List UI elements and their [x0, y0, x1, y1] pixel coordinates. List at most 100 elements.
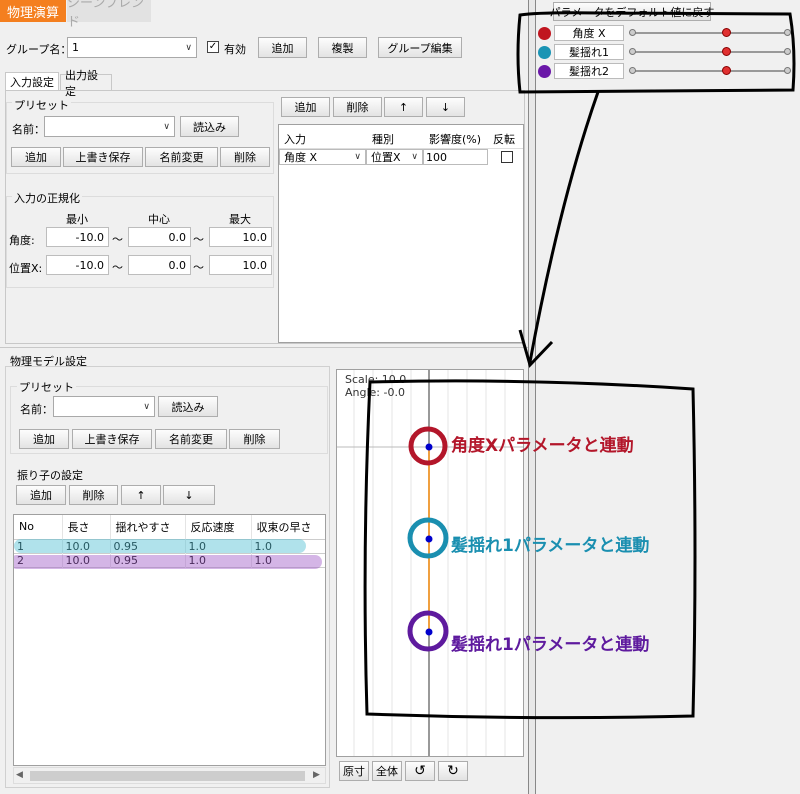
- input-row-input-select[interactable]: 角度 X ∨: [279, 149, 366, 165]
- preview-grid: [337, 370, 523, 756]
- enabled-label: 有効: [224, 43, 246, 56]
- input-preset-load-button[interactable]: 読込み: [180, 116, 239, 137]
- chevron-down-icon: ∨: [411, 152, 418, 162]
- input-row-reverse-checkbox[interactable]: [501, 151, 513, 163]
- scroll-left-icon[interactable]: ◀: [16, 770, 23, 780]
- normalization-title: 入力の正規化: [12, 190, 82, 206]
- group-edit-button[interactable]: グループ編集: [378, 37, 462, 58]
- input-row-type-value: 位置X: [371, 151, 401, 164]
- scroll-thumb[interactable]: [30, 771, 305, 781]
- param-name: 髪揺れ1: [554, 44, 624, 60]
- posx-max-field[interactable]: 10.0: [209, 255, 272, 275]
- enabled-checkbox[interactable]: ✓: [207, 41, 219, 53]
- input-move-down-button[interactable]: ↓: [426, 97, 465, 117]
- input-preset-add-button[interactable]: 追加: [11, 147, 61, 167]
- pendulum-table-header: No 長さ 揺れやすさ 反応速度 収束の早さ: [14, 515, 325, 539]
- param-color-dot: [538, 65, 551, 78]
- pendulum-hscrollbar[interactable]: ◀ ▶: [13, 767, 326, 784]
- slider-thumb[interactable]: [721, 66, 731, 75]
- col-input: 入力: [284, 133, 306, 146]
- pendulum-move-up-button[interactable]: ↑: [121, 485, 161, 505]
- pendulum-table: No 長さ 揺れやすさ 反応速度 収束の早さ 1 10.0 0.95 1.0 1…: [13, 514, 326, 766]
- tab-physics[interactable]: 物理演算: [0, 0, 66, 22]
- posx-center-field[interactable]: 0.0: [128, 255, 191, 275]
- pendulum-delete-button[interactable]: 削除: [69, 485, 118, 505]
- pendulum-move-down-button[interactable]: ↓: [163, 485, 215, 505]
- param-color-dot: [538, 46, 551, 59]
- param-slider[interactable]: [632, 70, 788, 72]
- model-preset-title: プリセット: [17, 379, 76, 395]
- input-row-type-select[interactable]: 位置X ∨: [366, 149, 423, 165]
- group-name-select[interactable]: 1 ∨: [67, 37, 197, 58]
- slider-end-icon: [629, 29, 636, 36]
- chevron-down-icon: ∨: [143, 401, 150, 412]
- col-type: 種別: [372, 133, 394, 146]
- slider-thumb[interactable]: [721, 28, 731, 37]
- fit-all-button[interactable]: 全体: [372, 761, 402, 781]
- input-add-button[interactable]: 追加: [281, 97, 330, 117]
- actual-size-button[interactable]: 原寸: [339, 761, 369, 781]
- col-convergence: 収束の早さ: [256, 520, 312, 534]
- tab-output-settings[interactable]: 出力設定: [60, 69, 112, 98]
- preview-panel[interactable]: Scale: 10.0 Angle: -0.0: [336, 369, 524, 757]
- input-preset-delete-button[interactable]: 削除: [220, 147, 270, 167]
- panel-separator: [528, 0, 536, 794]
- input-delete-button[interactable]: 削除: [333, 97, 382, 117]
- model-preset-overwrite-button[interactable]: 上書き保存: [72, 429, 152, 449]
- input-row-weight-field[interactable]: 100: [423, 149, 488, 165]
- input-row-input-value: 角度 X: [284, 151, 318, 164]
- group-name-value: 1: [72, 41, 79, 54]
- input-preset-select[interactable]: ∨: [44, 116, 175, 137]
- param-slider[interactable]: [632, 32, 788, 34]
- pendulum-add-button[interactable]: 追加: [16, 485, 66, 505]
- normalization-angle-label: 角度:: [9, 234, 35, 247]
- normalization-header-min: 最小: [66, 213, 88, 226]
- model-preset-name-label: 名前：: [20, 403, 53, 416]
- input-move-up-button[interactable]: ↑: [384, 97, 423, 117]
- model-preset-delete-button[interactable]: 削除: [229, 429, 280, 449]
- col-length: 長さ: [62, 515, 111, 539]
- annotation-angle-x: 角度Xパラメータと連動: [451, 436, 634, 456]
- col-reverse: 反転: [493, 133, 515, 146]
- posx-min-field[interactable]: -10.0: [46, 255, 109, 275]
- row2-highlight: [14, 555, 322, 569]
- angle-center-field[interactable]: 0.0: [128, 227, 191, 247]
- rotate-left-button[interactable]: ↺: [405, 761, 435, 781]
- input-preset-rename-button[interactable]: 名前変更: [145, 147, 218, 167]
- tilde: ～: [112, 233, 123, 246]
- param-slider[interactable]: [632, 51, 788, 53]
- normalization-header-center: 中心: [148, 213, 170, 226]
- group-name-label: グループ名：: [6, 43, 72, 56]
- rotate-right-button[interactable]: ↻: [438, 761, 468, 781]
- tab-input-settings[interactable]: 入力設定: [5, 72, 59, 90]
- angle-max-field[interactable]: 10.0: [209, 227, 272, 247]
- col-response: 反応速度: [185, 515, 252, 539]
- normalization-header-max: 最大: [229, 213, 251, 226]
- param-name: 角度 X: [554, 25, 624, 41]
- input-preset-title: プリセット: [12, 97, 71, 113]
- scroll-right-icon[interactable]: ▶: [313, 770, 320, 780]
- slider-thumb[interactable]: [721, 47, 731, 56]
- chevron-down-icon: ∨: [163, 121, 170, 132]
- input-table: 入力 種別 影響度(%) 反転 角度 X ∨ 位置X ∨ 100: [278, 124, 524, 343]
- chevron-down-icon: ∨: [354, 152, 361, 162]
- annotation-hair-sway-1: 髪揺れ1パラメータと連動: [451, 536, 650, 556]
- slider-end-icon: [784, 29, 791, 36]
- model-preset-rename-button[interactable]: 名前変更: [155, 429, 227, 449]
- slider-end-icon: [629, 48, 636, 55]
- tab-scene-blend[interactable]: シーンブレンド: [67, 0, 151, 30]
- preview-angle: Angle: -0.0: [345, 386, 405, 399]
- angle-min-field[interactable]: -10.0: [46, 227, 109, 247]
- col-weight: 影響度(%): [429, 133, 482, 146]
- normalization-posx-label: 位置X:: [9, 262, 43, 275]
- group-add-button[interactable]: 追加: [258, 37, 307, 58]
- group-duplicate-button[interactable]: 複製: [318, 37, 367, 58]
- model-preset-select[interactable]: ∨: [53, 396, 155, 417]
- input-preset-overwrite-button[interactable]: 上書き保存: [63, 147, 143, 167]
- model-preset-load-button[interactable]: 読込み: [158, 396, 218, 417]
- model-preset-add-button[interactable]: 追加: [19, 429, 69, 449]
- chevron-down-icon: ∨: [185, 42, 192, 53]
- col-sway: 揺れやすさ: [110, 515, 186, 539]
- tilde: ～: [193, 261, 204, 274]
- reset-params-button[interactable]: パラメータをデフォルト値に戻す: [550, 2, 714, 21]
